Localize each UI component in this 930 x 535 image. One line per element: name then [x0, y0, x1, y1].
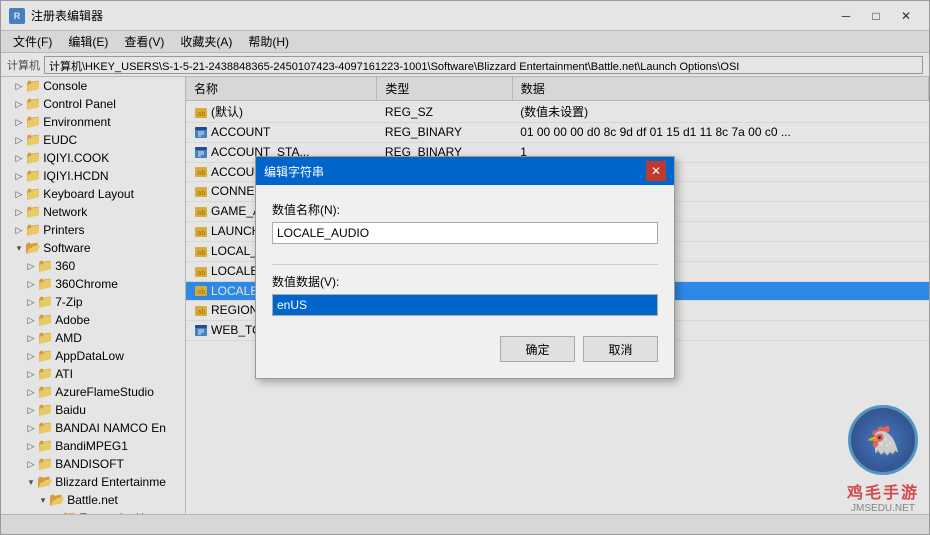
dialog-body: 数值名称(N): 数值数据(V): 确定 取消 — [256, 185, 674, 378]
dialog-overlay: 编辑字符串 ✕ 数值名称(N): 数值数据(V): 确定 取消 — [1, 1, 929, 534]
dialog-cancel-button[interactable]: 取消 — [583, 336, 658, 362]
dialog-title: 编辑字符串 — [264, 163, 324, 180]
dialog-buttons: 确定 取消 — [272, 336, 658, 362]
edit-string-dialog: 编辑字符串 ✕ 数值名称(N): 数值数据(V): 确定 取消 — [255, 156, 675, 379]
dialog-data-label: 数值数据(V): — [272, 273, 658, 290]
dialog-close-button[interactable]: ✕ — [646, 161, 666, 181]
dialog-data-input[interactable] — [272, 294, 658, 316]
dialog-divider — [272, 264, 658, 265]
dialog-name-input[interactable] — [272, 222, 658, 244]
main-window: R 注册表编辑器 ─ □ ✕ 文件(F) 编辑(E) 查看(V) 收藏夹(A) … — [0, 0, 930, 535]
dialog-name-label: 数值名称(N): — [272, 201, 658, 218]
dialog-titlebar: 编辑字符串 ✕ — [256, 157, 674, 185]
dialog-ok-button[interactable]: 确定 — [500, 336, 575, 362]
